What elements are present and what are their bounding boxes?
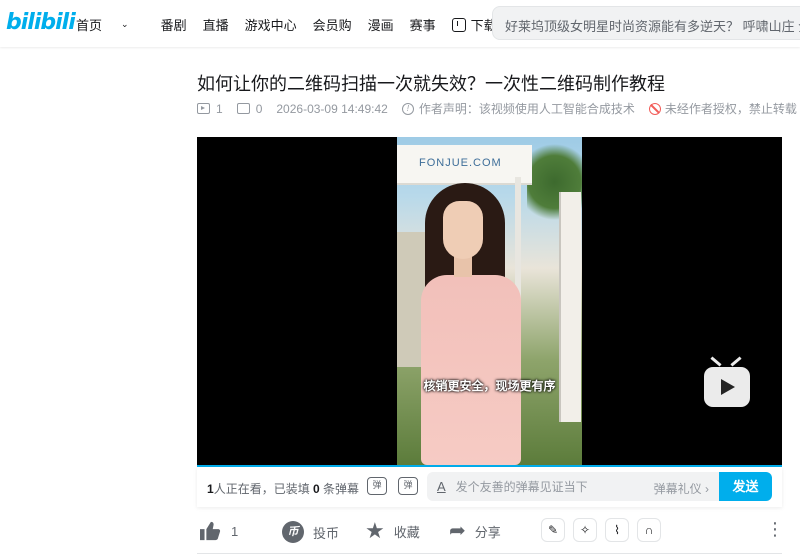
danmaku-count-value: 0 <box>255 101 263 116</box>
download-icon <box>451 17 466 32</box>
nav-home-label: 首页 <box>76 18 103 33</box>
bilibili-logo[interactable]: bilibili <box>6 10 76 35</box>
loaded-danmaku-text: 条弹幕 <box>319 482 360 496</box>
declaration-text: 作者声明：该视频使用人工智能合成技术 <box>418 102 635 116</box>
danmaku-bar: 1人正在看，已装填 0 条弹幕 弹 弹 A 发个友善的弹幕见证当下 弹幕礼仪 ›… <box>197 467 782 507</box>
play-count-icon <box>197 103 210 114</box>
video-meta: 1 0 2026-03-09 14:49:42 ! 作者声明：该视频使用人工智能合… <box>197 100 800 117</box>
thumbs-up-icon <box>200 521 221 541</box>
danmaku-placeholder: 发个友善的弹幕见证当下 <box>455 480 588 494</box>
coin-icon: 币 <box>282 521 304 543</box>
copyright-notice: 未经作者授权，禁止转载 <box>648 100 797 117</box>
no-repost-icon <box>648 102 661 115</box>
woman-dress <box>421 275 521 465</box>
video-frame: FONJUE.COM 核销更安全，现场更有序 <box>397 137 582 465</box>
viewer-text: 人正在看，已装填 <box>213 482 314 496</box>
note-icon[interactable]: ✎ <box>541 518 565 542</box>
danmaku-toggle-icon[interactable]: 弹 <box>367 477 387 495</box>
danmaku-etiquette-link[interactable]: 弹幕礼仪 › <box>654 480 709 497</box>
tv-ear-left <box>710 356 722 367</box>
like-count: 1 <box>231 523 239 539</box>
coin-button[interactable]: 币 投币 <box>282 521 339 543</box>
viewer-count: 1 <box>207 482 214 496</box>
share-button[interactable]: ➦ 分享 <box>449 521 501 541</box>
pin-icon[interactable]: ✧ <box>573 518 597 542</box>
video-subtitle: 核销更安全，现场更有序 <box>423 379 556 393</box>
play-count: 1 <box>197 102 223 116</box>
nav-home[interactable]: 首页 ⌄ <box>76 15 145 34</box>
like-button[interactable]: 1 <box>199 521 238 541</box>
chevron-down-icon: ⌄ <box>121 19 129 29</box>
tent-banner-text: FONJUE.COM <box>419 157 502 169</box>
send-danmaku-button[interactable]: 发送 <box>719 472 772 501</box>
play-button-tv-icon[interactable] <box>704 367 750 407</box>
loaded-danmaku-count: 0 <box>313 482 320 496</box>
video-title: 如何让你的二维码扫描一次就失效？一次性二维码制作教程 <box>197 74 665 94</box>
nav-live[interactable]: 直播 <box>203 15 229 34</box>
search-input[interactable]: 好莱坞顶级女明星时尚资源能有多逆天？ 呼啸山庄 全球首 <box>492 6 800 40</box>
share-label: 分享 <box>474 524 501 540</box>
more-options-icon[interactable]: ⋮ <box>766 519 784 539</box>
ai-declaration: ! 作者声明：该视频使用人工智能合成技术 <box>401 100 635 117</box>
tv-ear-right <box>730 356 742 367</box>
lock-headset-icon[interactable]: ∩ <box>637 518 661 542</box>
top-header: bilibili 首页⌄ 番剧 直播 游戏中心 会员购 漫画 赛事 下载客户端 … <box>0 0 800 47</box>
nav-game-center[interactable]: 游戏中心 <box>245 15 297 34</box>
coin-label: 投币 <box>313 525 340 541</box>
favorite-label: 收藏 <box>393 524 420 540</box>
video-toolbar: 1 币 投币 ★ 收藏 ➦ 分享 ✎ ✧ ⌇ ∩ ⋮ <box>197 515 784 549</box>
info-icon: ! <box>401 102 414 115</box>
viewer-status: 1人正在看，已装填 0 条弹幕 <box>207 480 359 497</box>
danmaku-settings-icon[interactable]: 弹 <box>398 477 418 495</box>
nav-esports[interactable]: 赛事 <box>410 15 436 34</box>
divider <box>197 553 782 554</box>
publish-date: 2026-03-09 14:49:42 <box>276 101 388 116</box>
favorite-button[interactable]: ★ 收藏 <box>365 518 420 543</box>
danmaku-icon <box>236 103 250 114</box>
star-icon: ★ <box>365 518 385 543</box>
chart-icon[interactable]: ⌇ <box>605 518 629 542</box>
video-player[interactable]: FONJUE.COM 核销更安全，现场更有序 <box>197 137 782 465</box>
nav-mall[interactable]: 会员购 <box>313 15 352 34</box>
copyright-text: 未经作者授权，禁止转载 <box>664 102 797 116</box>
play-count-value: 1 <box>216 101 223 116</box>
nav-anime[interactable]: 番剧 <box>161 15 187 34</box>
nav-manga[interactable]: 漫画 <box>368 15 394 34</box>
woman-face <box>443 201 483 259</box>
danmaku-input[interactable]: A 发个友善的弹幕见证当下 弹幕礼仪 › <box>427 472 719 501</box>
font-style-icon[interactable]: A <box>437 479 446 494</box>
danmaku-count: 0 <box>236 101 263 116</box>
share-arrow-icon: ➦ <box>449 520 466 542</box>
